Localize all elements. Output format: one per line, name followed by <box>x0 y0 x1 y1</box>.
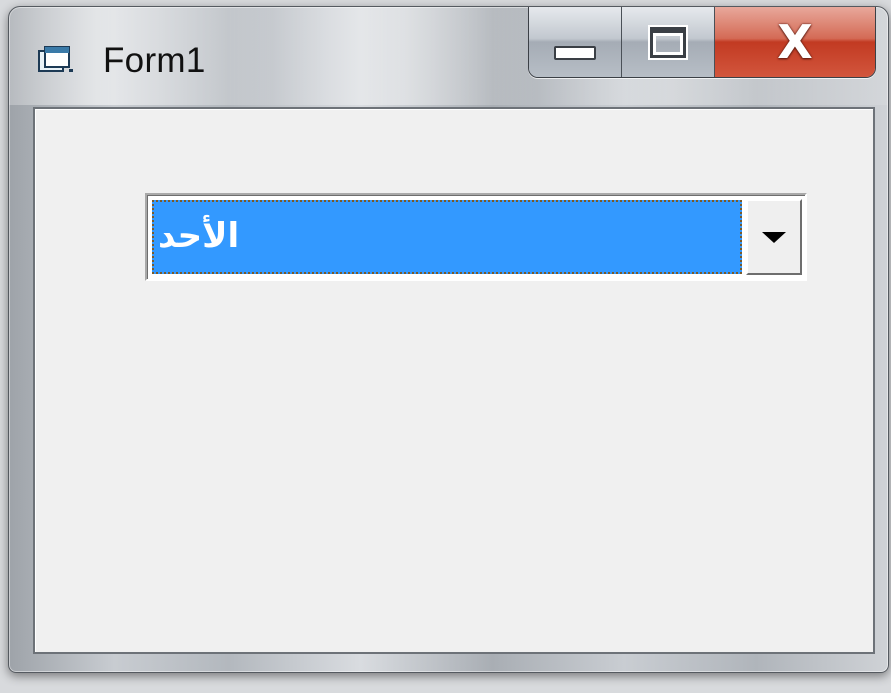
combobox-selected-value[interactable]: الأحد <box>152 200 742 274</box>
title-bar[interactable]: Form1 X <box>9 7 888 105</box>
minimize-icon <box>554 46 596 60</box>
app-window: Form1 X الأحد <box>8 6 889 673</box>
caption-buttons: X <box>528 7 876 78</box>
maximize-button[interactable] <box>622 7 715 77</box>
minimize-button[interactable] <box>529 7 622 77</box>
maximize-icon <box>650 26 686 58</box>
close-icon: X <box>777 15 813 69</box>
vb-form-icon[interactable] <box>37 43 75 77</box>
chevron-down-icon <box>762 231 786 243</box>
day-combobox[interactable]: الأحد <box>145 193 807 281</box>
combobox-dropdown-button[interactable] <box>746 199 802 275</box>
window-title: Form1 <box>103 41 206 80</box>
form-client-area: الأحد <box>33 107 875 654</box>
close-button[interactable]: X <box>715 7 875 77</box>
